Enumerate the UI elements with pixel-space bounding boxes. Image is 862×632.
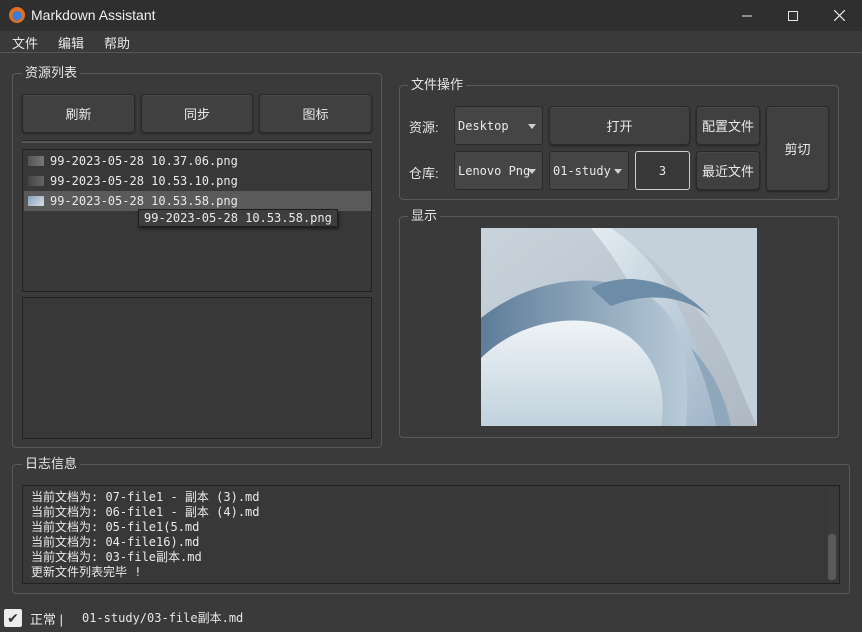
- icons-button[interactable]: 图标: [259, 94, 372, 133]
- resource-label: 资源:: [409, 120, 439, 135]
- menu-help[interactable]: 帮助: [104, 33, 130, 52]
- app-logo-icon: [9, 7, 25, 23]
- log-scrollbar-thumb[interactable]: [828, 534, 836, 580]
- folder-select[interactable]: 01-study: [549, 151, 629, 190]
- cut-button[interactable]: 剪切: [766, 106, 829, 191]
- repo-label: 仓库:: [409, 166, 439, 181]
- file-name: 99-2023-05-28 10.53.58.png: [50, 194, 238, 208]
- file-list-item-selected[interactable]: 99-2023-05-28 10.53.58.png: [24, 191, 371, 211]
- preview-image: [481, 228, 757, 426]
- resource-select[interactable]: Desktop: [454, 106, 543, 145]
- chevron-down-icon: [614, 168, 622, 174]
- image-thumbnail-icon: [28, 156, 44, 166]
- resource-select-value: Desktop: [458, 118, 509, 133]
- log-scrollbar[interactable]: [827, 488, 837, 581]
- status-current-path: 01-study/03-file副本.md: [82, 611, 244, 625]
- close-icon: [833, 10, 845, 21]
- log-line: 更新文件列表完毕 !: [31, 565, 142, 579]
- repo-select[interactable]: Lenovo Png: [454, 151, 543, 190]
- display-title: 显示: [408, 205, 441, 224]
- preview-panel: [22, 297, 372, 439]
- refresh-button[interactable]: 刷新: [22, 94, 135, 133]
- chevron-down-icon: [528, 123, 536, 129]
- image-thumbnail-icon: [28, 196, 44, 206]
- status-state: 正常 |: [30, 612, 63, 627]
- file-list-item[interactable]: 99-2023-05-28 10.53.10.png: [24, 171, 371, 191]
- recent-files-button[interactable]: 最近文件: [696, 151, 760, 190]
- log-output[interactable]: 当前文档为: 07-file1 - 副本 (3).md 当前文档为: 06-fi…: [22, 485, 840, 584]
- folder-select-value: 01-study: [553, 163, 611, 178]
- file-name: 99-2023-05-28 10.37.06.png: [50, 154, 238, 168]
- close-button[interactable]: [816, 0, 862, 31]
- status-check-icon: ✔: [4, 609, 22, 627]
- open-button[interactable]: 打开: [549, 106, 690, 145]
- image-thumbnail-icon: [28, 176, 44, 186]
- config-file-button[interactable]: 配置文件: [696, 106, 760, 145]
- file-list-item[interactable]: 99-2023-05-28 10.37.06.png: [24, 151, 371, 171]
- count-input[interactable]: 3: [635, 151, 690, 190]
- sync-button[interactable]: 同步: [141, 94, 253, 133]
- menu-edit[interactable]: 编辑: [58, 33, 84, 52]
- maximize-icon: [788, 10, 798, 21]
- file-tooltip: 99-2023-05-28 10.53.58.png: [138, 209, 338, 227]
- splitter-handle[interactable]: [22, 140, 372, 143]
- menu-file[interactable]: 文件: [12, 33, 38, 52]
- wallpaper-bloom-image: [481, 228, 757, 426]
- resource-list-title: 资源列表: [22, 62, 81, 81]
- window-title: Markdown Assistant: [31, 7, 156, 23]
- repo-select-value: Lenovo Png: [458, 163, 531, 178]
- file-name: 99-2023-05-28 10.53.10.png: [50, 174, 238, 188]
- chevron-down-icon: [528, 168, 536, 174]
- maximize-button[interactable]: [770, 0, 816, 31]
- log-title: 日志信息: [22, 453, 81, 472]
- file-operations-title: 文件操作: [408, 74, 467, 93]
- minimize-button[interactable]: [724, 0, 770, 31]
- minimize-icon: [742, 15, 752, 16]
